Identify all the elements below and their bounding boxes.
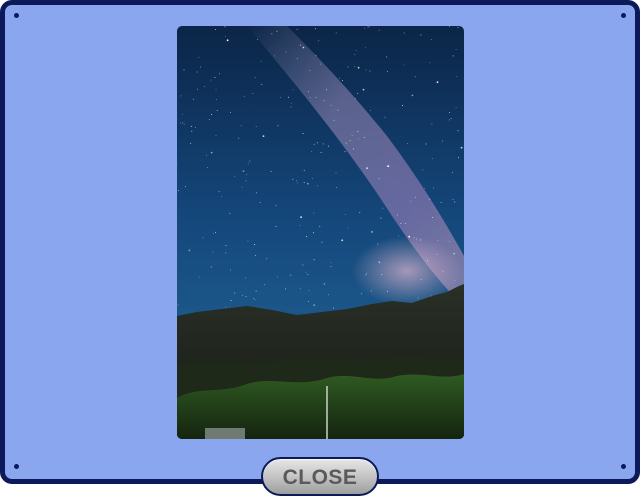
close-button[interactable]: CLOSE bbox=[261, 457, 379, 496]
corner-rivet-icon bbox=[14, 464, 19, 469]
milky-way-photo bbox=[177, 26, 464, 439]
corner-rivet-icon bbox=[621, 464, 626, 469]
corner-rivet-icon bbox=[621, 13, 626, 18]
image-viewer-dialog: CLOSE bbox=[0, 0, 640, 500]
corner-rivet-icon bbox=[14, 13, 19, 18]
